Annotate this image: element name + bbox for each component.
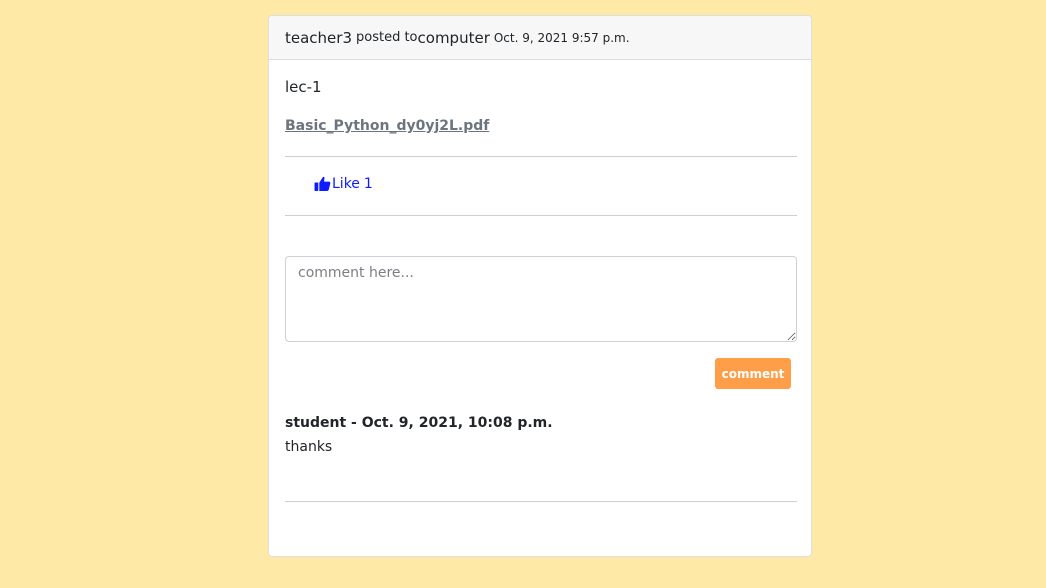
like-label: Like bbox=[332, 175, 360, 192]
like-button[interactable]: Like 1 bbox=[314, 175, 373, 192]
post-subject: computer bbox=[417, 28, 490, 47]
comment-input[interactable] bbox=[285, 256, 797, 342]
comment-submit-button[interactable]: comment bbox=[715, 358, 791, 389]
like-count: 1 bbox=[363, 175, 373, 192]
divider bbox=[285, 156, 797, 157]
posted-to-label: posted to bbox=[356, 30, 418, 45]
post-header: teacher3 posted to computer Oct. 9, 2021… bbox=[269, 16, 811, 60]
divider bbox=[285, 215, 797, 216]
post-date: Oct. 9, 2021 9:57 p.m. bbox=[493, 30, 630, 45]
divider bbox=[285, 501, 797, 502]
post-title: lec-1 bbox=[285, 78, 322, 96]
thumbs-up-icon bbox=[314, 175, 331, 192]
comment-meta: student - Oct. 9, 2021, 10:08 p.m. bbox=[285, 415, 553, 431]
attachment-link[interactable]: Basic_Python_dy0yj2L.pdf bbox=[285, 118, 489, 134]
post-author: teacher3 bbox=[285, 28, 352, 47]
comment-text: thanks bbox=[285, 439, 333, 455]
post-card: teacher3 posted to computer Oct. 9, 2021… bbox=[268, 15, 812, 557]
